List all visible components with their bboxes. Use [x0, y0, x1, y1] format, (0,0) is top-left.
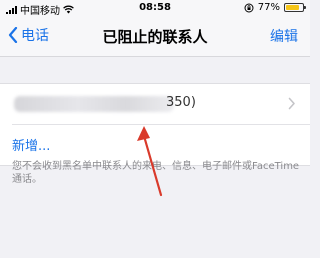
add-new-link[interactable]: 新增...	[12, 135, 50, 154]
status-bar: 中国移动 08:58 77%	[0, 0, 310, 17]
redacted-number	[14, 96, 174, 112]
orientation-lock-icon	[244, 3, 254, 12]
number-tail: 350)	[166, 95, 196, 110]
blocked-contacts-list: 350) 新增...	[0, 83, 310, 166]
navigation-bar: 电话 已阻止的联系人 编辑	[0, 16, 310, 57]
edit-button[interactable]: 编辑	[270, 26, 298, 46]
blocked-contact-row[interactable]: 350)	[0, 84, 310, 124]
battery-icon	[284, 3, 306, 12]
chevron-right-icon	[288, 97, 295, 110]
page-title: 已阻止的联系人	[102, 28, 208, 46]
add-new-row[interactable]: 新增...	[12, 124, 310, 165]
footer-note: 您不会收到黑名单中联系人的来电、信息、电子邮件或FaceTime通话。	[12, 161, 300, 185]
status-right: 77%	[244, 2, 306, 13]
battery-percent: 77%	[257, 2, 280, 13]
